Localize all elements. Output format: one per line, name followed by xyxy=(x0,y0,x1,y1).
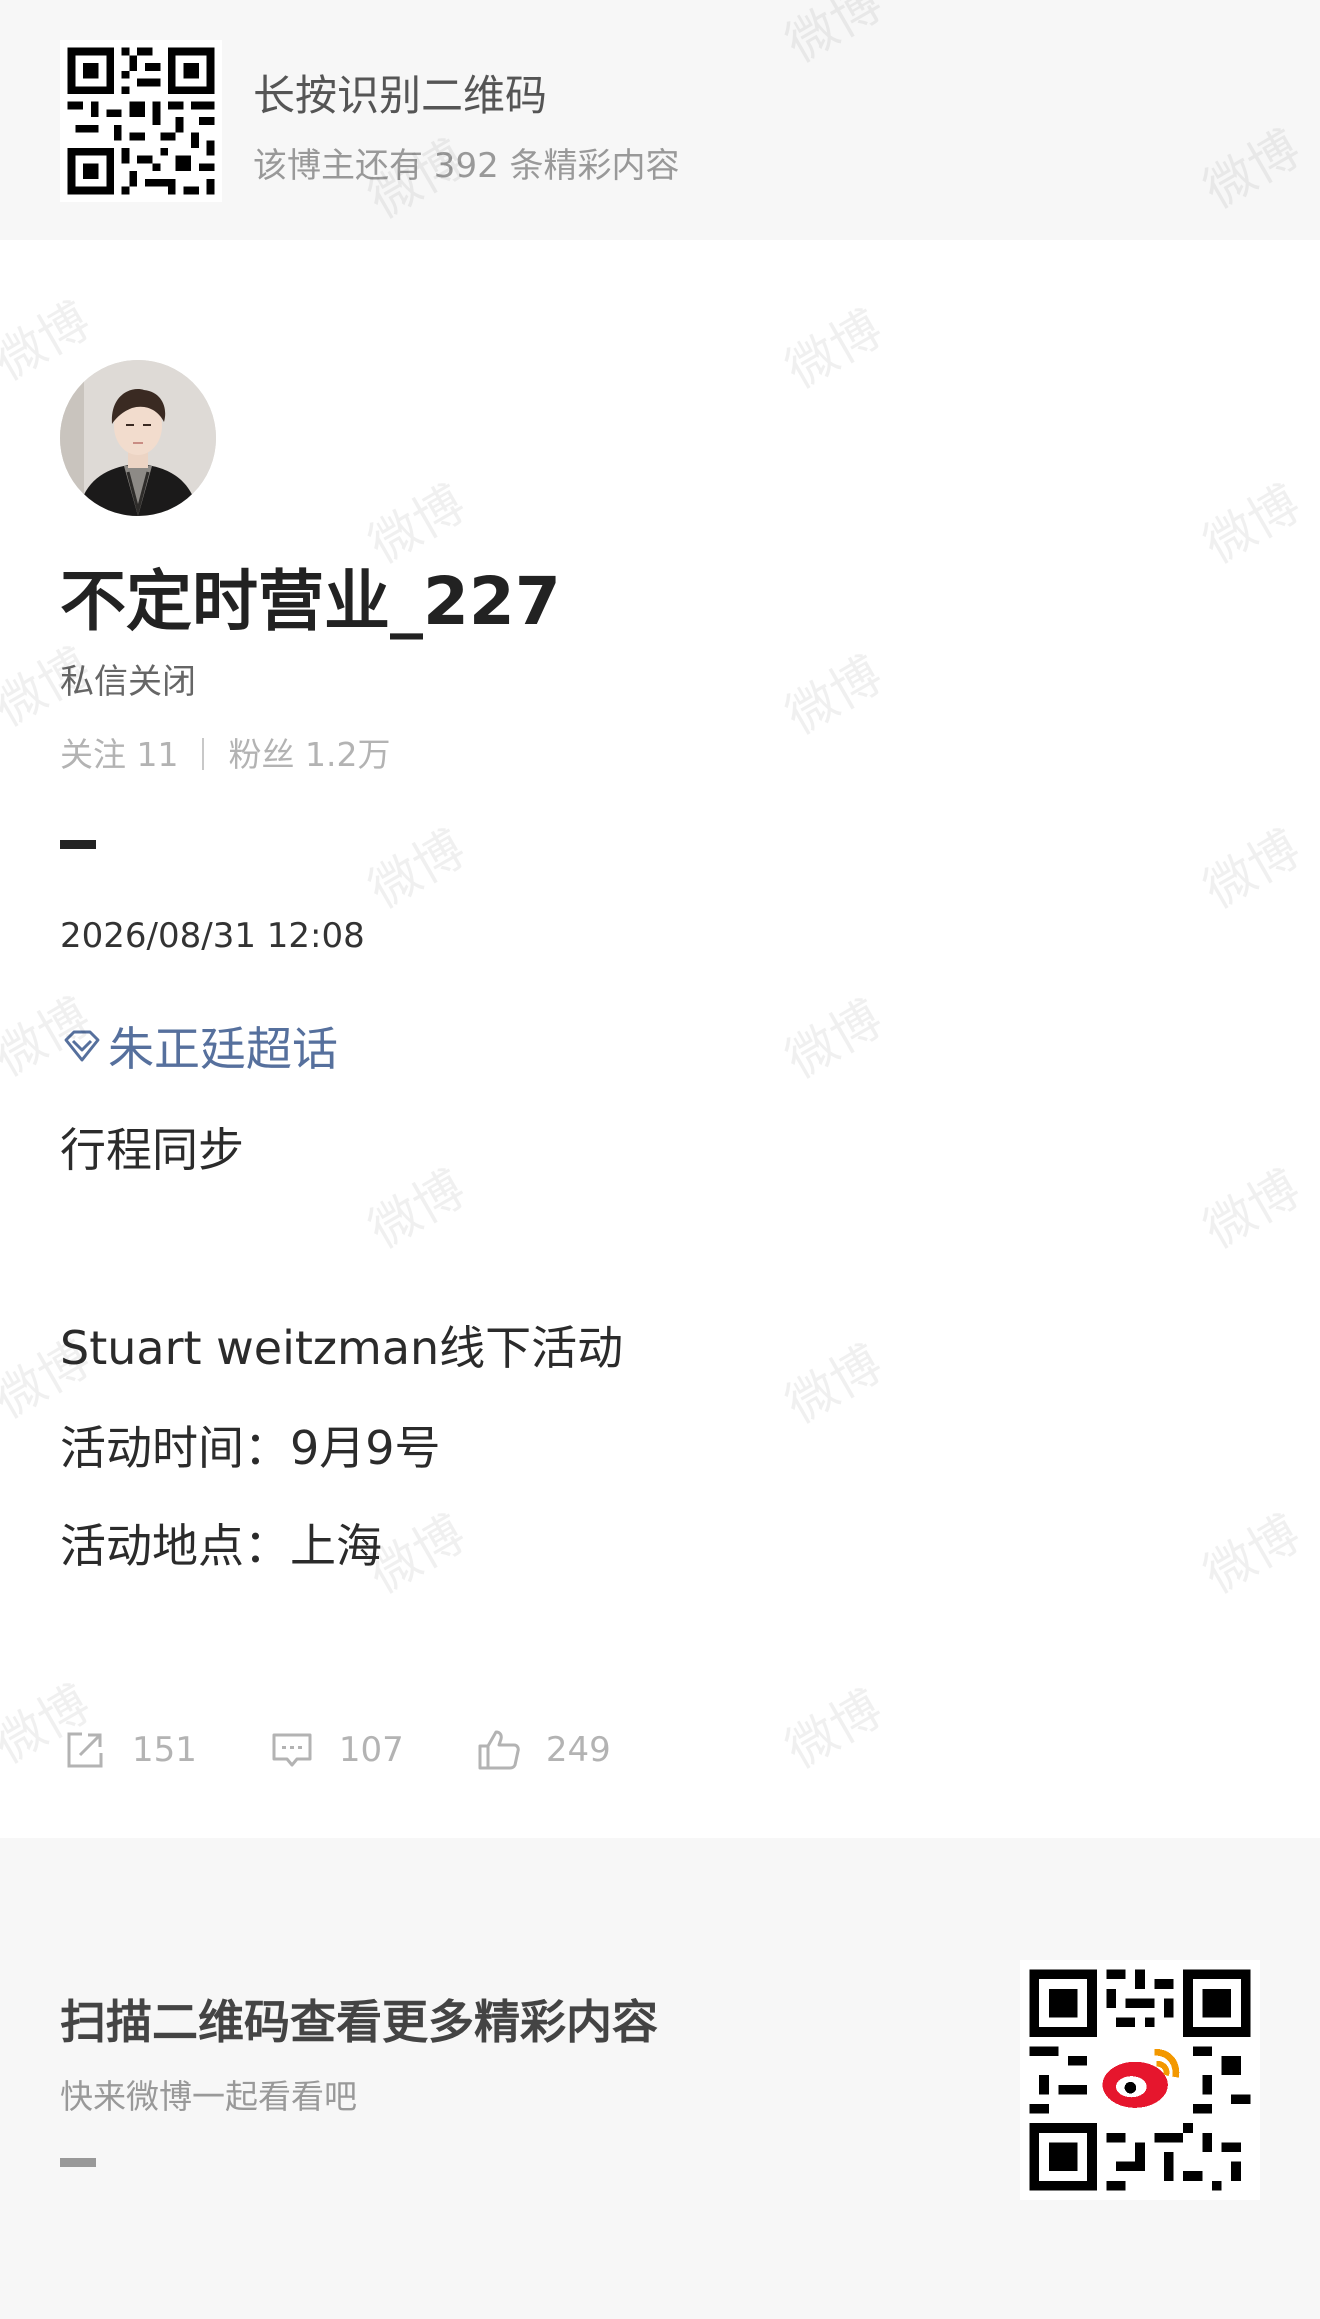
banner-title: 长按识别二维码 xyxy=(253,71,548,120)
qr-code-small[interactable] xyxy=(60,40,222,202)
watermark: 微博 xyxy=(776,989,892,1090)
watermark: 微博 xyxy=(776,1679,892,1780)
watermark: 微博 xyxy=(776,299,892,400)
watermark: 微博 xyxy=(1194,1159,1310,1260)
promo-divider xyxy=(60,2158,96,2167)
repost-count: 151 xyxy=(132,1730,197,1770)
comment-icon xyxy=(272,1733,312,1767)
followers-count[interactable]: 粉丝 1.2万 xyxy=(228,735,390,774)
following-count[interactable]: 关注 11 xyxy=(60,735,178,774)
qr-code-large[interactable] xyxy=(1020,1960,1260,2200)
thumbs-up-icon xyxy=(478,1730,520,1770)
username[interactable]: 不定时营业_227 xyxy=(60,548,561,644)
super-topic-label: 朱正廷超话 xyxy=(108,1022,338,1076)
follow-stats: 关注 11 粉丝 1.2万 xyxy=(60,728,390,776)
comment-button[interactable]: 107 xyxy=(267,1725,404,1775)
avatar-image xyxy=(60,360,216,516)
post-line: 活动时间：9月9号 xyxy=(60,1421,441,1475)
banner-subtitle: 该博主还有 392 条精彩内容 xyxy=(253,146,680,186)
post-line: 活动地点：上海 xyxy=(60,1519,382,1573)
diamond-icon xyxy=(64,1030,100,1062)
watermark: 微博 xyxy=(1194,1504,1310,1605)
avatar[interactable] xyxy=(60,360,216,516)
watermark: 微博 xyxy=(359,1159,475,1260)
watermark: 微博 xyxy=(776,645,892,746)
watermark: 微博 xyxy=(1194,819,1310,920)
post-line: Stuart weitzman线下活动 xyxy=(60,1321,624,1375)
post-line: 行程同步 xyxy=(60,1123,244,1177)
promo-subtitle: 快来微博一起看看吧 xyxy=(60,2077,357,2116)
watermark: 微博 xyxy=(0,291,100,392)
qr-code-small-icon xyxy=(60,40,222,202)
repost-button[interactable]: 151 xyxy=(60,1725,197,1775)
comment-count: 107 xyxy=(338,1730,404,1770)
qr-code-weibo-icon xyxy=(1020,1960,1260,2200)
stats-divider xyxy=(202,738,205,770)
like-button[interactable]: 249 xyxy=(474,1725,611,1775)
super-topic-link[interactable]: 朱正廷超话 xyxy=(60,1016,338,1076)
watermark: 微博 xyxy=(1194,474,1310,575)
action-bar: 151 107 249 xyxy=(60,1720,681,1780)
top-banner: 长按识别二维码 该博主还有 392 条精彩内容 xyxy=(0,0,1320,240)
dm-status: 私信关闭 xyxy=(60,662,196,702)
bottom-promo: 扫描二维码查看更多精彩内容 快来微博一起看看吧 xyxy=(0,1838,1320,2319)
watermark: 微博 xyxy=(776,1334,892,1435)
like-count: 249 xyxy=(545,1730,611,1770)
watermark: 微博 xyxy=(359,819,475,920)
promo-title: 扫描二维码查看更多精彩内容 xyxy=(60,1995,658,2049)
post-timestamp: 2026/08/31 12:08 xyxy=(60,916,365,956)
section-divider xyxy=(60,840,96,849)
repost-icon xyxy=(67,1732,103,1768)
